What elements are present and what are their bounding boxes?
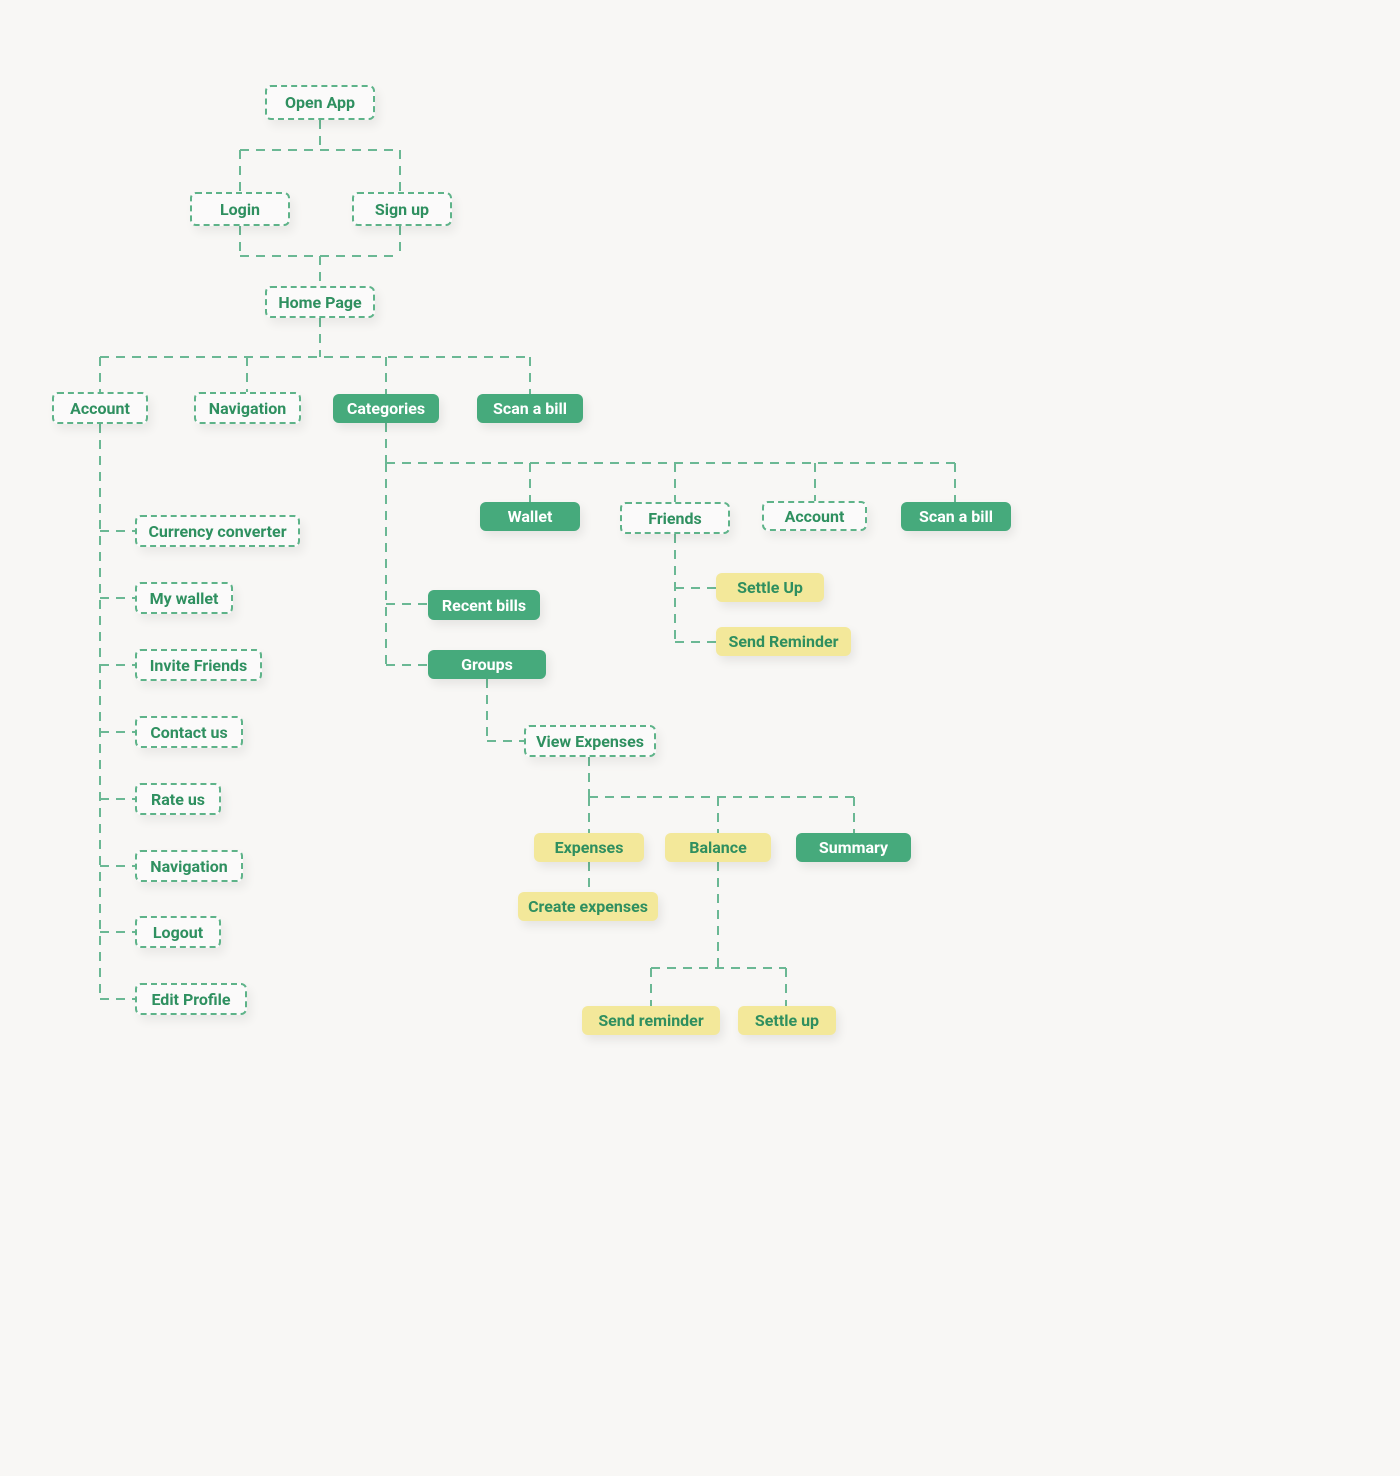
node-scan-a-bill: Scan a bill [477,394,583,423]
node-balance: Balance [665,833,771,862]
node-view-expenses: View Expenses [524,725,656,757]
node-categories: Categories [333,394,439,423]
node-scan-a-bill-2: Scan a bill [901,502,1011,531]
node-sign-up: Sign up [352,192,452,226]
node-edit-profile: Edit Profile [135,983,247,1015]
node-account-2: Account [762,501,867,531]
node-invite-friends: Invite Friends [135,649,262,681]
node-settle-up: Settle Up [716,573,824,602]
node-currency-converter: Currency converter [135,515,300,547]
node-expenses: Expenses [534,833,644,862]
node-logout: Logout [135,916,221,948]
node-account: Account [52,392,148,424]
node-home-page: Home Page [265,286,375,318]
node-friends: Friends [620,502,730,534]
diagram-canvas: Open App Login Sign up Home Page Account… [0,0,1400,1476]
node-groups: Groups [428,650,546,679]
node-recent-bills: Recent bills [428,590,540,620]
node-contact-us: Contact us [135,716,243,748]
node-rate-us: Rate us [135,783,221,815]
node-navigation: Navigation [194,392,301,424]
node-navigation-2: Navigation [135,850,243,882]
node-send-reminder-2: Send reminder [582,1006,720,1035]
node-my-wallet: My wallet [135,582,233,614]
node-settle-up-2: Settle up [738,1006,836,1035]
node-send-reminder: Send Reminder [716,627,851,656]
node-wallet: Wallet [480,502,580,531]
node-open-app: Open App [265,85,375,120]
node-create-expenses: Create expenses [518,892,658,921]
node-summary: Summary [796,833,911,862]
node-login: Login [190,192,290,226]
